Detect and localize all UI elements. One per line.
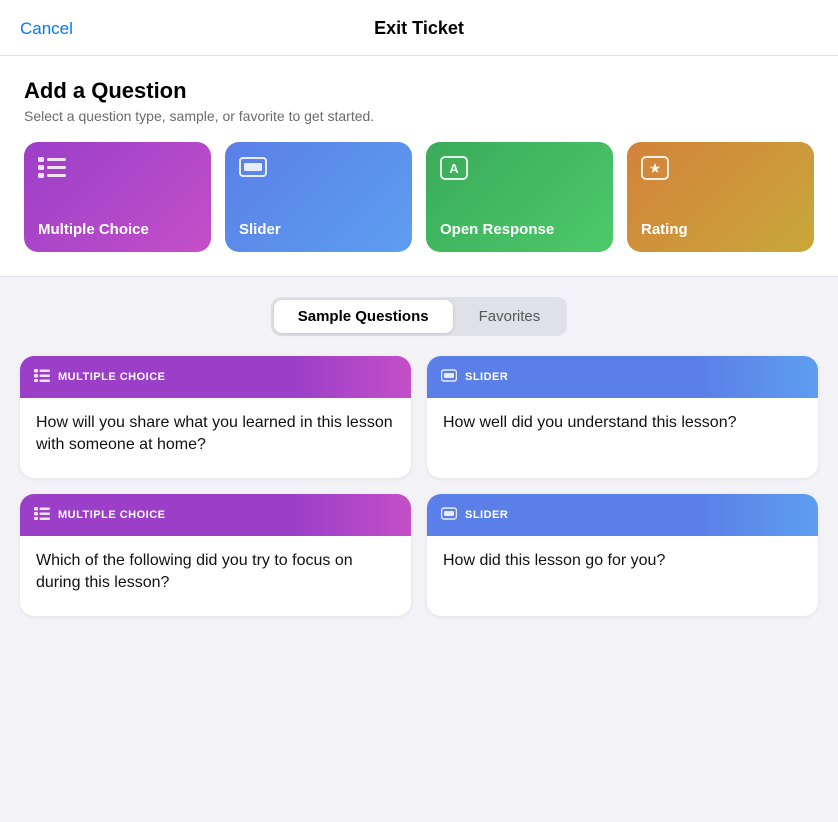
question-card-1[interactable]: MULTIPLE CHOICE How will you share what … — [20, 356, 411, 478]
type-card-multiple-choice[interactable]: Multiple Choice — [24, 142, 211, 252]
question-card-1-type-label: MULTIPLE CHOICE — [58, 371, 166, 383]
question-card-1-text: How will you share what you learned in t… — [36, 412, 395, 457]
rating-icon: ★ — [641, 156, 800, 186]
open-response-icon: A — [440, 156, 599, 186]
type-card-open-label: Open Response — [440, 221, 599, 238]
type-card-rating-label: Rating — [641, 221, 800, 238]
question-card-2[interactable]: SLIDER How well did you understand this … — [427, 356, 818, 478]
cancel-button[interactable]: Cancel — [20, 19, 73, 39]
type-card-slider-label: Slider — [239, 221, 398, 238]
question-card-1-body: How will you share what you learned in t… — [20, 398, 411, 478]
slider-icon — [239, 156, 398, 184]
add-question-subtitle: Select a question type, sample, or favor… — [24, 108, 814, 124]
multiple-choice-icon — [38, 156, 197, 184]
type-card-mc-label: Multiple Choice — [38, 221, 197, 238]
question-card-1-type-icon — [34, 369, 50, 385]
tabs-section: Sample Questions Favorites — [0, 277, 838, 352]
question-card-2-text: How well did you understand this lesson? — [443, 412, 737, 434]
questions-grid: MULTIPLE CHOICE How will you share what … — [0, 352, 838, 640]
type-card-open-response[interactable]: A Open Response — [426, 142, 613, 252]
type-card-rating[interactable]: ★ Rating — [627, 142, 814, 252]
page-title: Exit Ticket — [374, 18, 464, 39]
question-card-3-header: MULTIPLE CHOICE — [20, 494, 411, 536]
svg-text:A: A — [449, 161, 459, 176]
question-card-3[interactable]: MULTIPLE CHOICE Which of the following d… — [20, 494, 411, 616]
question-card-4-type-icon — [441, 507, 457, 523]
question-card-2-type-label: SLIDER — [465, 371, 508, 383]
type-card-slider[interactable]: Slider — [225, 142, 412, 252]
question-card-3-body: Which of the following did you try to fo… — [20, 536, 411, 616]
tab-sample-questions[interactable]: Sample Questions — [274, 300, 453, 333]
question-card-4[interactable]: SLIDER How did this lesson go for you? — [427, 494, 818, 616]
question-card-3-type-label: MULTIPLE CHOICE — [58, 509, 166, 521]
modal-container: Cancel Exit Ticket Add a Question Select… — [0, 0, 838, 822]
question-card-2-header: SLIDER — [427, 356, 818, 398]
svg-text:★: ★ — [649, 160, 662, 176]
tabs-container: Sample Questions Favorites — [271, 297, 568, 336]
question-card-4-text: How did this lesson go for you? — [443, 550, 665, 572]
question-card-4-body: How did this lesson go for you? — [427, 536, 818, 616]
question-card-4-type-label: SLIDER — [465, 509, 508, 521]
add-question-title: Add a Question — [24, 78, 814, 104]
question-card-2-type-icon — [441, 369, 457, 385]
add-question-section: Add a Question Select a question type, s… — [0, 56, 838, 277]
tab-favorites[interactable]: Favorites — [455, 300, 565, 333]
question-card-3-text: Which of the following did you try to fo… — [36, 550, 395, 595]
type-cards-row: Multiple Choice Slider A — [24, 142, 814, 252]
question-card-2-body: How well did you understand this lesson? — [427, 398, 818, 478]
question-card-4-header: SLIDER — [427, 494, 818, 536]
question-card-1-header: MULTIPLE CHOICE — [20, 356, 411, 398]
header: Cancel Exit Ticket — [0, 0, 838, 56]
question-card-3-type-icon — [34, 507, 50, 523]
